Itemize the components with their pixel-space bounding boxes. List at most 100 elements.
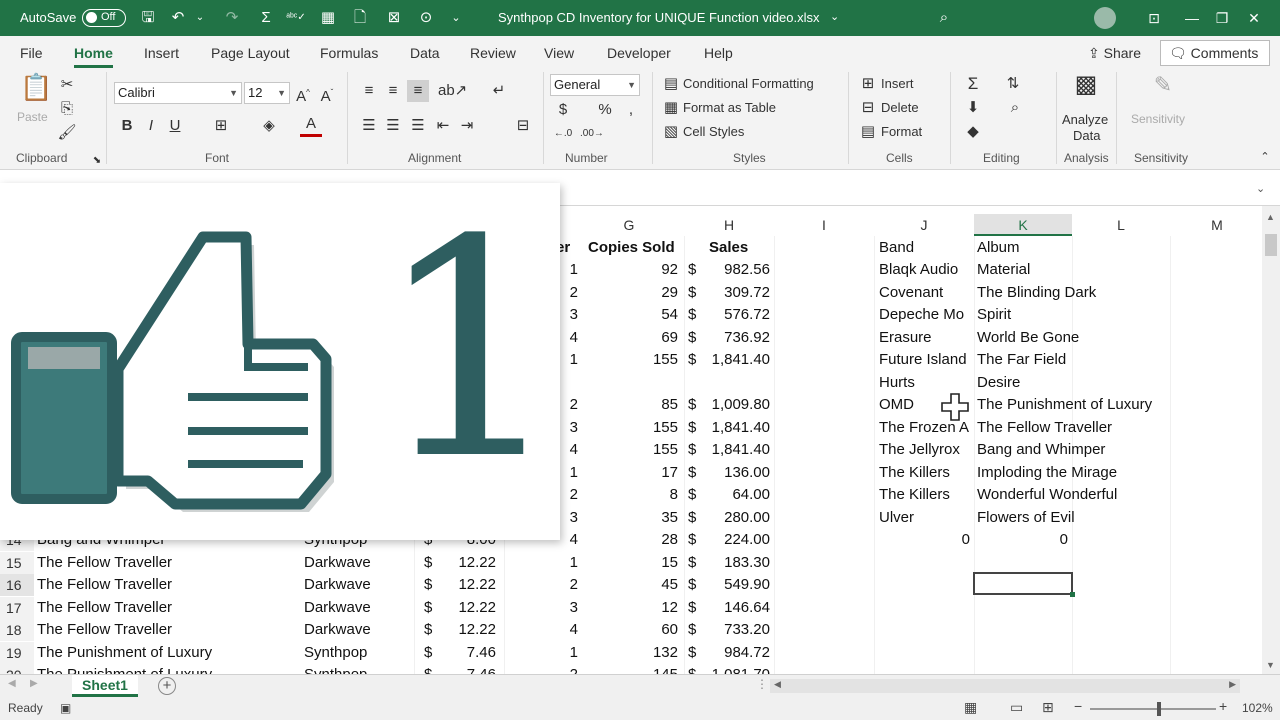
cell-sales[interactable]: 1,841.40 [706, 417, 770, 439]
cell-sales[interactable]: 576.72 [706, 304, 770, 326]
tab-developer[interactable]: Developer [607, 45, 671, 61]
delete-cells-button[interactable]: Delete [881, 100, 919, 115]
cell-f[interactable]: 4 [540, 619, 578, 641]
cell-band[interactable]: The Jellyrox [879, 439, 973, 461]
tab-view[interactable]: View [544, 45, 574, 61]
cell-sales[interactable]: 64.00 [706, 484, 770, 506]
font-size-select[interactable]: 12 ▼ [244, 82, 290, 104]
prev-sheet-icon[interactable]: ◀ [8, 678, 16, 689]
search-icon[interactable]: ⌕ [934, 8, 954, 28]
tab-insert[interactable]: Insert [144, 45, 179, 61]
comments-button[interactable]: 🗨 Comments [1160, 40, 1270, 66]
conditional-formatting-button[interactable]: Conditional Formatting [683, 76, 814, 91]
cell-album[interactable]: The Far Field [977, 349, 1177, 371]
cell-price[interactable]: 12.22 [440, 597, 496, 619]
cell-band[interactable]: Ulver [879, 507, 973, 529]
close-icon[interactable]: ✕ [1242, 6, 1266, 30]
cell-sales[interactable]: 1,841.40 [706, 439, 770, 461]
page-break-view-icon[interactable]: ⊞ [1042, 699, 1054, 716]
cell-f[interactable]: 2 [540, 664, 578, 674]
cell-sales-currency[interactable]: $ [688, 417, 708, 439]
tab-help[interactable]: Help [704, 45, 733, 61]
ribbon-display-icon[interactable]: ⊡ [1142, 6, 1166, 30]
insert-cells-button[interactable]: Insert [881, 76, 914, 91]
format-cells-button[interactable]: Format [881, 124, 922, 139]
cell-album[interactable]: The Fellow Traveller [977, 417, 1177, 439]
zoom-in-icon[interactable]: + [1219, 698, 1227, 714]
cell-sales-currency[interactable]: $ [688, 597, 708, 619]
cell-band[interactable]: Hurts [879, 372, 973, 394]
cell-copies-sold[interactable]: 45 [600, 574, 678, 596]
cell-album[interactable]: Wonderful Wonderful [977, 484, 1177, 506]
column-header-l[interactable]: L [1072, 214, 1170, 236]
row-header[interactable]: 16 [0, 574, 34, 596]
cell-copies-sold[interactable] [600, 372, 678, 394]
analyze-data-label-line2[interactable]: Data [1073, 128, 1100, 143]
undo-dropdown-icon[interactable]: ⌄ [190, 8, 210, 28]
undo-icon[interactable]: ↶ [168, 8, 188, 28]
cell-sales-currency[interactable]: $ [688, 349, 708, 371]
cell-sales-currency[interactable]: $ [688, 619, 708, 641]
orientation-icon[interactable]: ab↗ [438, 80, 467, 102]
cell-copies-sold[interactable]: 155 [600, 417, 678, 439]
cell-album[interactable]: Material [977, 259, 1177, 281]
cell-price-currency[interactable]: $ [424, 574, 440, 596]
document-icon[interactable]: 🗋 [350, 8, 370, 28]
cell-sales-currency[interactable]: $ [688, 484, 708, 506]
column-header-i[interactable]: I [774, 214, 874, 236]
font-color-icon[interactable]: A [300, 115, 322, 137]
cell-price-currency[interactable]: $ [424, 597, 440, 619]
sort-filter-icon[interactable]: ⇅ [1002, 73, 1024, 95]
column-header-k[interactable]: K [974, 214, 1072, 236]
cell-album[interactable]: Desire [977, 372, 1177, 394]
cell-copies-sold[interactable]: 17 [600, 462, 678, 484]
find-select-icon[interactable]: ⌕ [1004, 97, 1026, 119]
cell-sales[interactable]: 146.64 [706, 597, 770, 619]
decrease-decimal-icon[interactable]: .00→ [580, 123, 604, 145]
cell-copies-sold[interactable]: 69 [600, 327, 678, 349]
fill-icon[interactable]: ⬇ [962, 97, 984, 119]
cell-sales-currency[interactable]: $ [688, 259, 708, 281]
cell-price[interactable]: 12.22 [440, 552, 496, 574]
increase-decimal-icon[interactable]: ←.0 [552, 123, 574, 145]
align-middle-icon[interactable]: ≡ [382, 80, 404, 102]
cell-album[interactable]: Spirit [977, 304, 1177, 326]
cell-copies-sold[interactable]: 29 [600, 282, 678, 304]
column-header-h[interactable]: H [684, 214, 774, 236]
cell-price[interactable]: 7.46 [440, 642, 496, 664]
column-header-j[interactable]: J [874, 214, 974, 236]
row-header[interactable]: 15 [0, 551, 34, 574]
row-header[interactable]: 18 [0, 619, 34, 641]
cell-copies-sold[interactable]: 12 [600, 597, 678, 619]
cell-band[interactable]: Future Island [879, 349, 973, 371]
align-left-icon[interactable]: ☰ [358, 115, 380, 137]
tab-formulas[interactable]: Formulas [320, 45, 378, 61]
cell-band[interactable]: The Killers [879, 484, 973, 506]
font-name-select[interactable]: Calibri ▼ [114, 82, 242, 104]
cell-copies-sold[interactable]: 54 [600, 304, 678, 326]
align-center-icon[interactable]: ☰ [382, 115, 404, 137]
zoom-slider-track[interactable] [1090, 708, 1216, 710]
customize-toolbar-icon[interactable]: ⌄ [446, 8, 466, 28]
align-top-icon[interactable]: ≡ [358, 80, 380, 102]
cell-sales-currency[interactable]: $ [688, 664, 708, 674]
cell-album[interactable]: World Be Gone [977, 327, 1177, 349]
cell-genre[interactable]: Synthpop [304, 642, 412, 664]
page-layout-view-icon[interactable]: ▭ [1010, 699, 1023, 716]
cell-copies-sold[interactable]: 8 [600, 484, 678, 506]
document-title[interactable]: Synthpop CD Inventory for UNIQUE Functio… [498, 10, 820, 25]
decrease-indent-icon[interactable]: ⇤ [432, 115, 454, 137]
title-caret-icon[interactable]: ⌄ [830, 10, 839, 23]
cell-f[interactable]: 2 [540, 574, 578, 596]
analyze-data-label-line1[interactable]: Analyze [1062, 112, 1108, 127]
cell-sales-currency[interactable]: $ [688, 327, 708, 349]
scroll-left-icon[interactable]: ◀ [774, 679, 781, 690]
fill-color-icon[interactable]: ◈ [258, 115, 280, 137]
currency-icon[interactable]: $ [552, 99, 574, 121]
restore-icon[interactable]: ❐ [1210, 6, 1234, 30]
comma-icon[interactable]: , [620, 99, 642, 121]
cell-copies-sold[interactable]: 85 [600, 394, 678, 416]
cell-sales[interactable]: 224.00 [706, 529, 770, 551]
autosave-toggle[interactable]: Off [82, 9, 126, 27]
header-album[interactable]: Album [977, 237, 1071, 259]
